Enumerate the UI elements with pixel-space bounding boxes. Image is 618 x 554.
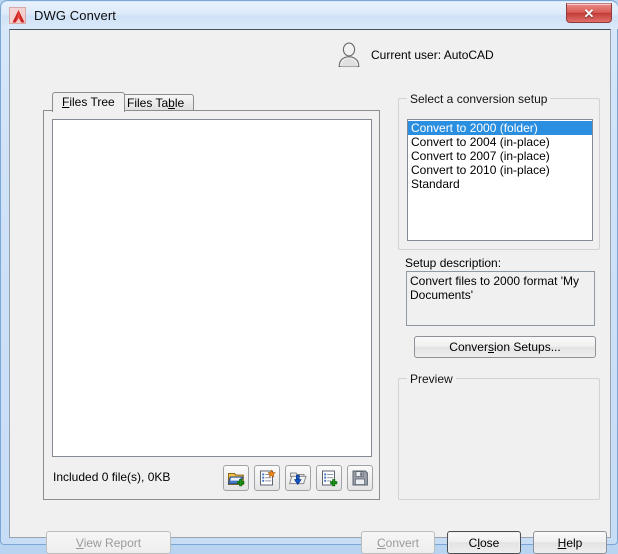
- conversion-setup-list[interactable]: Convert to 2000 (folder) Convert to 2004…: [407, 119, 593, 241]
- close-icon: ✕: [583, 5, 595, 21]
- list-item[interactable]: Convert to 2010 (in-place): [408, 163, 592, 177]
- setup-description-label: Setup description:: [405, 256, 502, 270]
- add-file-icon[interactable]: [223, 465, 249, 491]
- tab-files-table-label-b: le: [174, 96, 185, 110]
- dialog-client-area: Current user: AutoCAD Files Tree Files T…: [9, 29, 611, 554]
- add-drawing-icon[interactable]: [254, 465, 280, 491]
- list-item[interactable]: Standard: [408, 177, 592, 191]
- preview-legend: Preview: [407, 372, 456, 386]
- tab-files-table-accel: b: [168, 96, 175, 110]
- view-report-button[interactable]: View Report: [46, 531, 171, 554]
- files-tree-panel: Included 0 file(s), 0KB: [43, 110, 380, 500]
- conversion-setup-legend: Select a conversion setup: [407, 92, 551, 106]
- tab-files-tree-label: iles Tree: [69, 95, 115, 109]
- save-list-icon[interactable]: [347, 465, 373, 491]
- user-silhouette-icon: [338, 42, 360, 68]
- close-window-button[interactable]: ✕: [566, 3, 612, 23]
- help-label: Help: [557, 535, 583, 550]
- help-button[interactable]: Help: [533, 531, 607, 554]
- current-user-row: Current user: AutoCAD: [336, 40, 494, 70]
- dwg-convert-window: DWG Convert ✕ Current user: AutoCAD File…: [0, 0, 618, 554]
- conversion-setup-group: Select a conversion setup Convert to 200…: [398, 92, 600, 250]
- files-tree-view[interactable]: [52, 119, 372, 457]
- current-user-label: Current user: AutoCAD: [371, 48, 494, 62]
- files-toolbar: [223, 465, 373, 491]
- tab-files-table-label-a: Files Ta: [127, 96, 169, 110]
- setup-description-text: Convert files to 2000 format 'My Documen…: [406, 271, 595, 326]
- included-files-status: Included 0 file(s), 0KB: [53, 470, 171, 484]
- close-button[interactable]: Close: [447, 531, 521, 554]
- autocad-logo-icon: [9, 7, 26, 24]
- close-label: Close: [468, 535, 500, 550]
- conversion-setups-label: Conversion Setups...: [449, 340, 561, 354]
- list-item[interactable]: Convert to 2007 (in-place): [408, 149, 592, 163]
- preview-group: Preview: [398, 372, 600, 500]
- convert-button[interactable]: Convert: [361, 531, 435, 554]
- title-bar: DWG Convert ✕: [2, 2, 618, 29]
- tab-files-tree[interactable]: Files Tree: [52, 92, 125, 112]
- files-tabstrip: Files Tree Files Table: [43, 92, 380, 112]
- tab-files-table[interactable]: Files Table: [117, 94, 195, 111]
- list-item[interactable]: Convert to 2004 (in-place): [408, 135, 592, 149]
- add-list-icon[interactable]: [316, 465, 342, 491]
- list-item[interactable]: Convert to 2000 (folder): [408, 121, 592, 135]
- window-title: DWG Convert: [34, 8, 117, 23]
- conversion-setups-button[interactable]: Conversion Setups...: [414, 336, 596, 358]
- convert-label: Convert: [376, 535, 420, 550]
- view-report-label: View Report: [75, 535, 142, 550]
- open-folder-icon[interactable]: [285, 465, 311, 491]
